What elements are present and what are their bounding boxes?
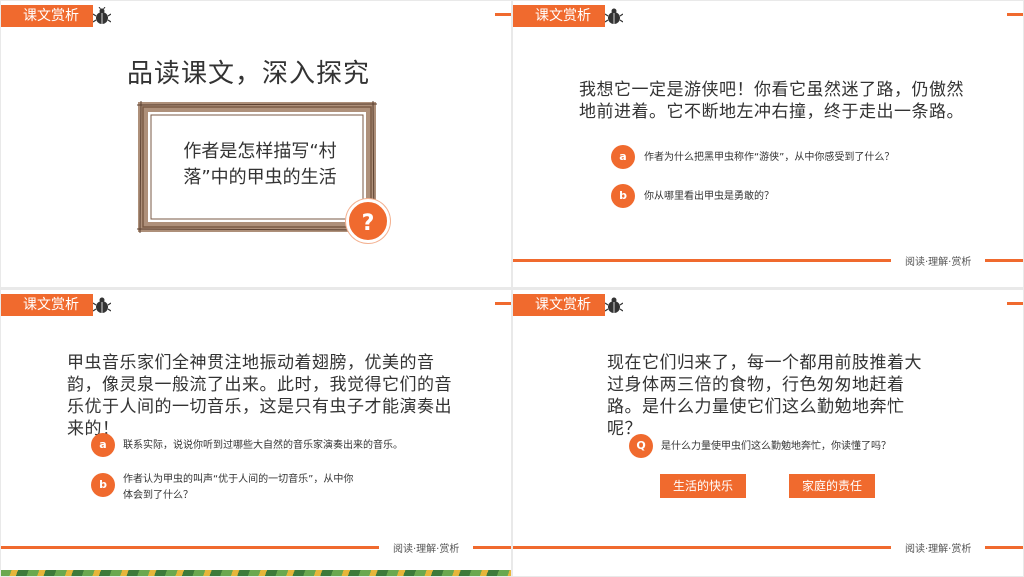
footer-line-left bbox=[513, 259, 891, 262]
section-tag: 课文赏析 bbox=[513, 294, 605, 316]
bullet-a: a bbox=[611, 145, 635, 169]
answer-button-1[interactable]: 生活的快乐 bbox=[660, 474, 746, 498]
section-tag: 课文赏析 bbox=[1, 294, 93, 316]
passage-text: 我想它一定是游侠吧！你看它虽然迷了路，仍傲然地前进着。它不断地左冲右撞，终于走出… bbox=[579, 80, 964, 122]
footer-line-right bbox=[985, 546, 1023, 549]
section-tag: 课文赏析 bbox=[513, 5, 605, 27]
bullet-q: Q bbox=[629, 434, 653, 458]
slide-4: 课文赏析 现在它们归来了，每一个都用前肢推着大过身体两三倍的食物，行色匆匆地赶着… bbox=[513, 290, 1023, 576]
frame-question: 作者是怎样描写“村落”中的甲虫的生活 bbox=[183, 141, 337, 188]
beetle-icon bbox=[605, 297, 623, 313]
question-b: 作者认为甲虫的叫声“优于人间的一切音乐”，从中你体会到了什么？ bbox=[123, 474, 354, 501]
passage-text: 现在它们归来了，每一个都用前肢推着大过身体两三倍的食物，行色匆匆地赶着路。是什么… bbox=[607, 353, 922, 439]
beetle-icon bbox=[93, 297, 111, 313]
footer-line-right bbox=[985, 259, 1023, 262]
question-a: 作者为什么把黑甲虫称作“游侠”，从中你感受到了什么？ bbox=[644, 152, 895, 163]
beetle-icon bbox=[605, 8, 623, 24]
slide-title: 品读课文，深入探究 bbox=[127, 59, 371, 89]
beetle-icon bbox=[93, 7, 111, 24]
top-accent-line bbox=[495, 302, 511, 305]
footer-label: 阅读·理解·赏析 bbox=[905, 257, 972, 268]
leaf-strip bbox=[1, 570, 511, 576]
top-accent-line bbox=[1007, 302, 1023, 305]
top-accent-line bbox=[1007, 13, 1023, 16]
footer-line-left bbox=[1, 546, 379, 549]
bullet-b: b bbox=[611, 184, 635, 208]
footer-line-right bbox=[473, 546, 511, 549]
question-b: 你从哪里看出甲虫是勇敢的？ bbox=[644, 191, 774, 202]
question-a: 联系实际，说说你听到过哪些大自然的音乐家演奏出来的音乐。 bbox=[123, 440, 403, 451]
question-q: 是什么力量使甲虫们这么勤勉地奔忙，你读懂了吗？ bbox=[661, 441, 891, 452]
question-mark-icon: ? bbox=[346, 199, 390, 243]
slide-2: 课文赏析 我想它一定是游侠吧！你看它虽然迷了路，仍傲然地前进着。它不断地左冲右撞… bbox=[513, 1, 1023, 287]
slide-1: 课文赏析 品读课文，深入探究 作者是怎样描写“村落”中的甲虫的生活 ? bbox=[1, 1, 511, 287]
section-tag: 课文赏析 bbox=[1, 5, 93, 27]
answer-button-2[interactable]: 家庭的责任 bbox=[789, 474, 875, 498]
slide-3: 课文赏析 甲虫音乐家们全神贯注地振动着翅膀，优美的音韵，像灵泉一般流了出来。此时… bbox=[1, 290, 511, 576]
footer-label: 阅读·理解·赏析 bbox=[905, 544, 972, 555]
footer-line-left bbox=[513, 546, 891, 549]
bullet-a: a bbox=[91, 433, 115, 457]
bullet-b: b bbox=[91, 473, 115, 497]
passage-text: 甲虫音乐家们全神贯注地振动着翅膀，优美的音韵，像灵泉一般流了出来。此时，我觉得它… bbox=[67, 353, 452, 439]
top-accent-line bbox=[495, 13, 511, 16]
footer-label: 阅读·理解·赏析 bbox=[393, 544, 460, 555]
